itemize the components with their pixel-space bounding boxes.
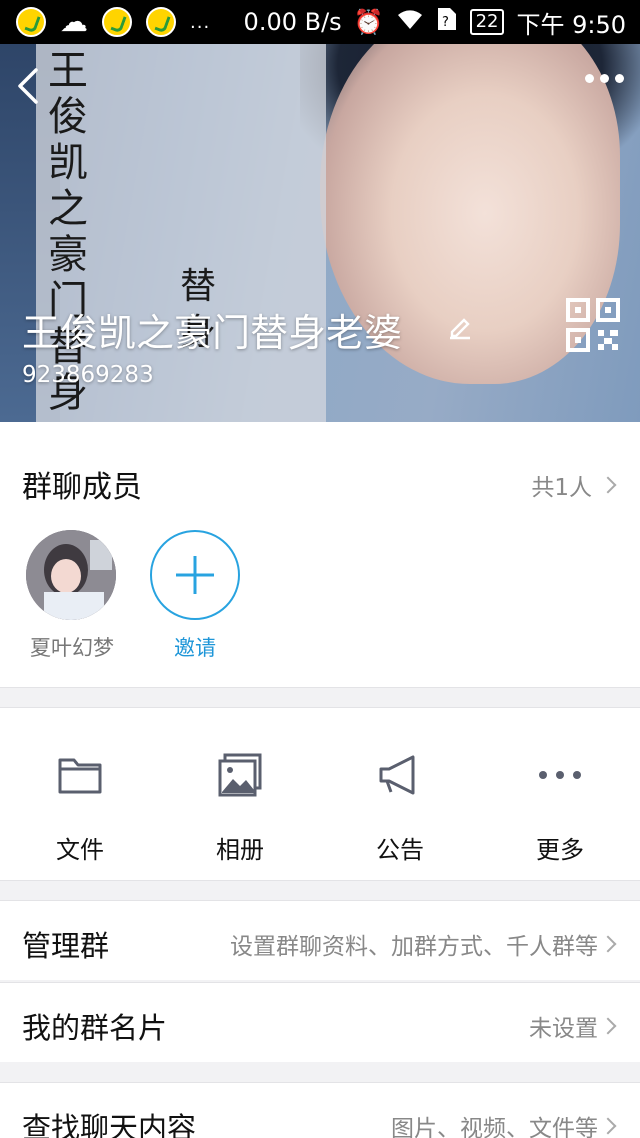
invite-button[interactable] xyxy=(150,530,240,620)
folder-icon xyxy=(58,758,102,794)
row-value-text: 图片、视频、文件等 xyxy=(391,1116,598,1138)
battery-indicator: 22 xyxy=(469,9,505,35)
alarm-icon: ⏰ xyxy=(353,8,384,36)
row-label: 我的群名片 xyxy=(22,1011,168,1045)
edit-icon[interactable] xyxy=(446,312,474,340)
group-name: 王俊凯之豪门替身老婆 xyxy=(22,311,403,355)
row-label: 管理群 xyxy=(22,929,110,963)
row-value: 图片、视频、文件等 xyxy=(391,1109,617,1138)
feature-label: 相册 xyxy=(216,836,264,864)
chevron-right-icon xyxy=(599,935,617,953)
chevron-right-icon xyxy=(599,1117,617,1135)
weather-icon: ☁ xyxy=(60,5,88,38)
plus-icon xyxy=(176,556,214,594)
feature-label: 公告 xyxy=(376,836,424,864)
feature-announcement[interactable]: 公告 xyxy=(320,708,480,880)
feature-label: 文件 xyxy=(56,836,104,864)
feature-files[interactable]: 文件 xyxy=(0,708,160,880)
my-group-card-row[interactable]: 我的群名片 未设置 xyxy=(0,982,640,1062)
chevron-right-icon xyxy=(599,1017,617,1035)
feature-grid: 文件 相册 公告 更多 xyxy=(0,707,640,881)
row-value-text: 未设置 xyxy=(529,1016,598,1042)
row-value-text: 设置群聊资料、加群方式、千人群等 xyxy=(230,934,598,960)
members-title: 群聊成员 xyxy=(22,470,142,505)
more-options-icon[interactable] xyxy=(585,74,624,83)
row-value: 设置群聊资料、加群方式、千人群等 xyxy=(230,927,617,961)
avatar-photo xyxy=(26,530,116,620)
group-members-section: 群聊成员 共1人 夏叶幻梦 邀请 xyxy=(0,422,640,688)
banner-cover-text: 王俊凯之豪门替身 xyxy=(48,48,88,416)
group-id: 923869283 xyxy=(22,362,154,388)
megaphone-icon xyxy=(379,755,415,795)
app-notification-icon xyxy=(146,7,176,37)
search-chat-row[interactable]: 查找聊天内容 图片、视频、文件等 xyxy=(0,1082,640,1138)
row-label: 查找聊天内容 xyxy=(22,1111,197,1138)
app-notification-icon xyxy=(102,7,132,37)
status-bar: ☁ ... 0.00 B/s ⏰ ? 22 下午 9:50 xyxy=(0,0,640,44)
app-notification-icon xyxy=(16,7,46,37)
members-count-link[interactable]: 共1人 xyxy=(531,468,617,502)
feature-more[interactable]: 更多 xyxy=(480,708,640,880)
svg-text:?: ? xyxy=(442,15,449,30)
clock: 下午 9:50 xyxy=(516,10,626,39)
album-icon xyxy=(218,753,262,797)
more-dots-icon xyxy=(539,771,581,779)
more-notifications-indicator: ... xyxy=(190,11,211,33)
qr-code-icon[interactable] xyxy=(566,298,620,352)
manage-group-row[interactable]: 管理群 设置群聊资料、加群方式、千人群等 xyxy=(0,900,640,980)
member-avatar[interactable] xyxy=(26,530,116,620)
network-speed: 0.00 B/s xyxy=(243,8,342,36)
member-name: 夏叶幻梦 xyxy=(30,636,114,660)
sim-icon: ? xyxy=(436,6,458,38)
wifi-icon xyxy=(396,7,424,37)
row-value: 未设置 xyxy=(529,1009,617,1043)
feature-album[interactable]: 相册 xyxy=(160,708,320,880)
feature-label: 更多 xyxy=(536,836,584,864)
members-count: 共1人 xyxy=(531,475,592,501)
chevron-right-icon xyxy=(599,476,617,494)
invite-label: 邀请 xyxy=(174,636,216,660)
back-arrow-icon[interactable] xyxy=(12,66,46,106)
